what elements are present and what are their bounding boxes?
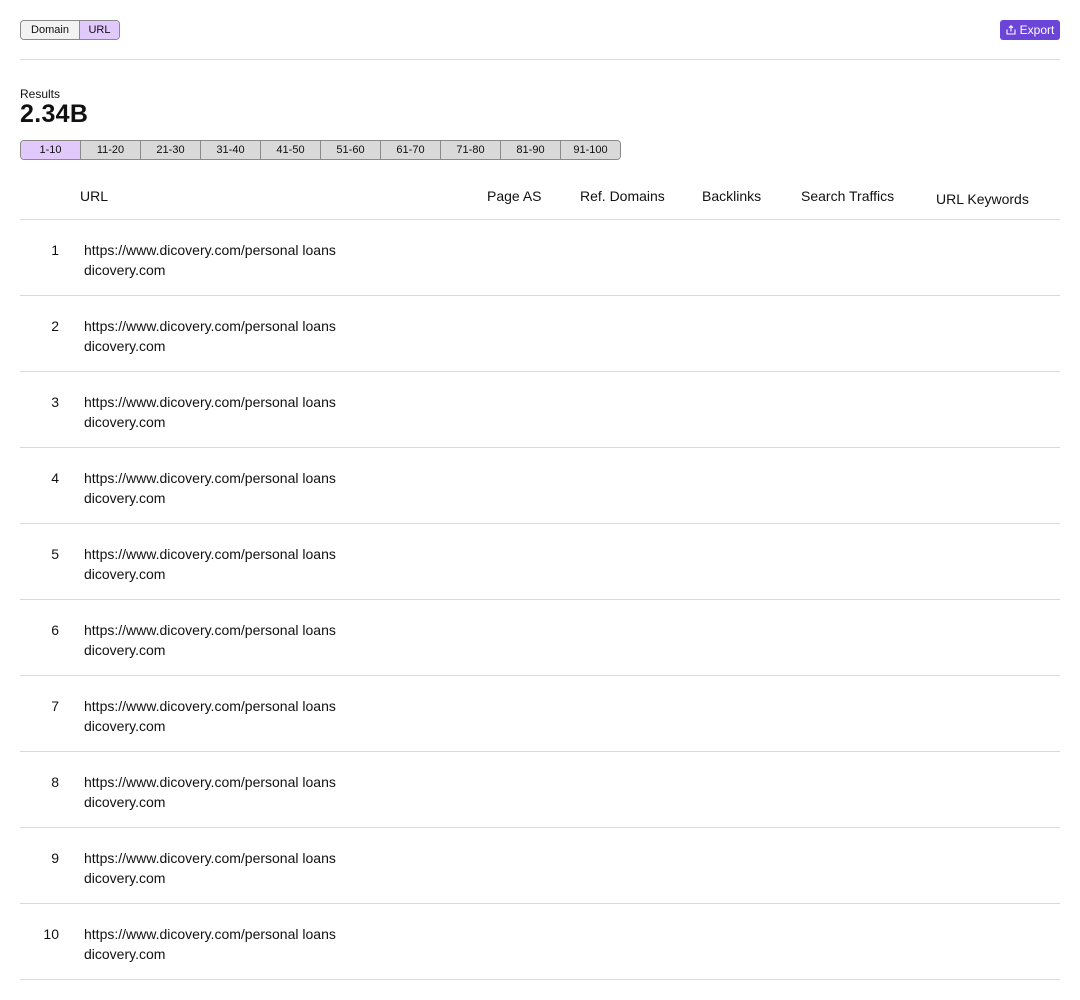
row-domain: dicovery.com: [84, 718, 166, 734]
row-domain: dicovery.com: [84, 338, 166, 354]
row-number: 6: [51, 622, 59, 638]
table-row: 8 https://www.dicovery.com/personal loan…: [20, 752, 1060, 828]
page-button-81-90[interactable]: 81-90: [501, 141, 561, 159]
page-button-41-50[interactable]: 41-50: [261, 141, 321, 159]
url-toggle-button[interactable]: URL: [80, 21, 119, 39]
row-url-link[interactable]: https://www.dicovery.com/personal loans: [84, 318, 336, 334]
row-url-link[interactable]: https://www.dicovery.com/personal loans: [84, 622, 336, 638]
column-header-backlinks[interactable]: Backlinks: [702, 188, 761, 204]
row-url-link[interactable]: https://www.dicovery.com/personal loans: [84, 394, 336, 410]
row-url-link[interactable]: https://www.dicovery.com/personal loans: [84, 774, 336, 790]
mode-toggle: Domain URL: [20, 20, 120, 40]
top-bar: Domain URL Export: [20, 20, 1060, 60]
column-header-url[interactable]: URL: [80, 188, 108, 204]
table-row: 4 https://www.dicovery.com/personal loan…: [20, 448, 1060, 524]
table-row: 2 https://www.dicovery.com/personal loan…: [20, 296, 1060, 372]
row-url-link[interactable]: https://www.dicovery.com/personal loans: [84, 470, 336, 486]
row-domain: dicovery.com: [84, 946, 166, 962]
table-row: 7 https://www.dicovery.com/personal loan…: [20, 676, 1060, 752]
export-label: Export: [1019, 23, 1055, 37]
row-domain: dicovery.com: [84, 414, 166, 430]
export-button[interactable]: Export: [1000, 20, 1060, 40]
results-label: Results: [20, 87, 61, 101]
export-icon: [1006, 25, 1016, 35]
page-button-71-80[interactable]: 71-80: [441, 141, 501, 159]
row-number: 8: [51, 774, 59, 790]
row-domain: dicovery.com: [84, 490, 166, 506]
row-number: 5: [51, 546, 59, 562]
table-row: 5 https://www.dicovery.com/personal loan…: [20, 524, 1060, 600]
page-button-51-60[interactable]: 51-60: [321, 141, 381, 159]
row-domain: dicovery.com: [84, 870, 166, 886]
row-domain: dicovery.com: [84, 642, 166, 658]
domain-toggle-button[interactable]: Domain: [21, 21, 80, 39]
page-button-31-40[interactable]: 31-40: [201, 141, 261, 159]
table-row: 9 https://www.dicovery.com/personal loan…: [20, 828, 1060, 904]
row-number: 3: [51, 394, 59, 410]
column-header-url-keywords[interactable]: URL Keywords: [936, 191, 1029, 207]
row-url-link[interactable]: https://www.dicovery.com/personal loans: [84, 546, 336, 562]
table-row: 6 https://www.dicovery.com/personal loan…: [20, 600, 1060, 676]
row-url-link[interactable]: https://www.dicovery.com/personal loans: [84, 242, 336, 258]
page-button-61-70[interactable]: 61-70: [381, 141, 441, 159]
column-header-search-traffics[interactable]: Search Traffics: [801, 188, 894, 204]
table-row: 10 https://www.dicovery.com/personal loa…: [20, 904, 1060, 980]
page-button-21-30[interactable]: 21-30: [141, 141, 201, 159]
row-number: 7: [51, 698, 59, 714]
page-button-11-20[interactable]: 11-20: [81, 141, 141, 159]
results-count: 2.34B: [20, 100, 89, 128]
table-row: 3 https://www.dicovery.com/personal loan…: [20, 372, 1060, 448]
page-button-1-10[interactable]: 1-10: [21, 141, 81, 159]
row-domain: dicovery.com: [84, 794, 166, 810]
pagination: 1-10 11-20 21-30 31-40 41-50 51-60 61-70…: [20, 140, 621, 160]
table-row: 1 https://www.dicovery.com/personal loan…: [20, 220, 1060, 296]
row-number: 10: [43, 926, 59, 942]
row-url-link[interactable]: https://www.dicovery.com/personal loans: [84, 698, 336, 714]
row-url-link[interactable]: https://www.dicovery.com/personal loans: [84, 926, 336, 942]
row-number: 4: [51, 470, 59, 486]
row-url-link[interactable]: https://www.dicovery.com/personal loans: [84, 850, 336, 866]
row-number: 9: [51, 850, 59, 866]
column-header-page-as[interactable]: Page AS: [487, 188, 542, 204]
row-domain: dicovery.com: [84, 262, 166, 278]
row-number: 1: [51, 242, 59, 258]
results-table: URL Page AS Ref. Domains Backlinks Searc…: [20, 170, 1060, 980]
table-header: URL Page AS Ref. Domains Backlinks Searc…: [20, 170, 1060, 220]
column-header-ref-domains[interactable]: Ref. Domains: [580, 188, 665, 204]
page-button-91-100[interactable]: 91-100: [561, 141, 620, 159]
row-number: 2: [51, 318, 59, 334]
row-domain: dicovery.com: [84, 566, 166, 582]
